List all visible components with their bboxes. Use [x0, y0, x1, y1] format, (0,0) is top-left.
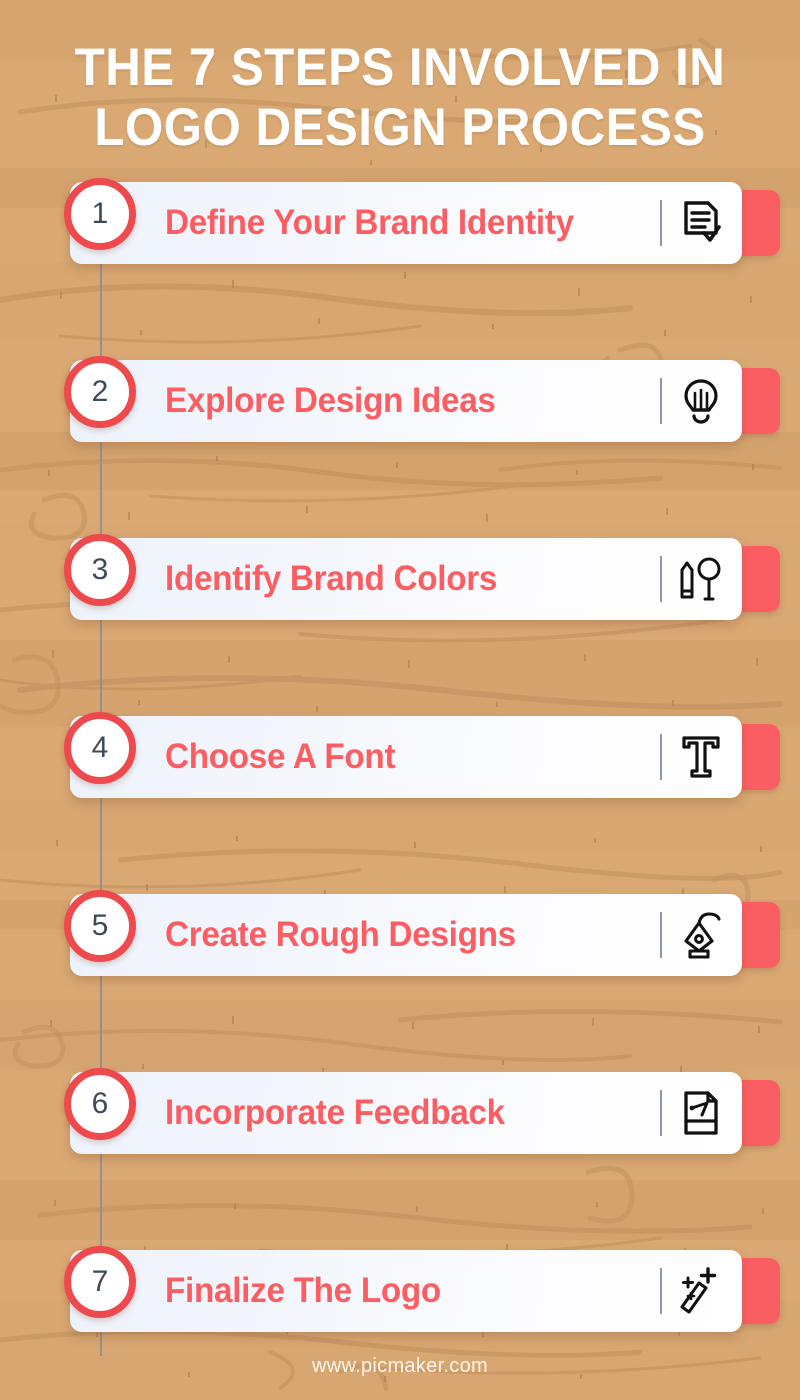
- card-divider: [660, 734, 662, 780]
- card-divider: [660, 556, 662, 602]
- step-number: 6: [91, 1087, 109, 1120]
- step-card[interactable]: Create Rough Designs: [70, 894, 742, 976]
- step-number-badge: 5: [64, 890, 136, 962]
- step-number: 5: [91, 909, 109, 942]
- step-item[interactable]: Create Rough Designs 5: [0, 890, 800, 1068]
- step-item[interactable]: Incorporate Feedback 6: [0, 1068, 800, 1246]
- step-card-area: Define Your Brand Identity: [70, 182, 780, 264]
- document-arrow-icon: [676, 1086, 726, 1140]
- step-card-area: Incorporate Feedback: [70, 1072, 780, 1154]
- step-card-area: Identify Brand Colors: [70, 538, 780, 620]
- card-divider: [660, 1268, 662, 1314]
- title-line-2: LOGO DESIGN PROCESS: [94, 98, 706, 157]
- step-number-badge: 1: [64, 178, 136, 250]
- step-card[interactable]: Identify Brand Colors: [70, 538, 742, 620]
- step-label: Identify Brand Colors: [165, 559, 498, 598]
- step-item[interactable]: Define Your Brand Identity 1: [0, 178, 800, 356]
- step-label: Finalize The Logo: [165, 1271, 441, 1310]
- step-item[interactable]: Explore Design Ideas 2: [0, 356, 800, 534]
- step-number-badge: 6: [64, 1068, 136, 1140]
- pen-nib-icon: [676, 908, 726, 962]
- step-card[interactable]: Choose A Font: [70, 716, 742, 798]
- footer-url[interactable]: www.picmaker.com: [0, 1355, 800, 1378]
- magic-wand-icon: [676, 1264, 726, 1318]
- step-card[interactable]: Define Your Brand Identity: [70, 182, 742, 264]
- step-number: 7: [91, 1265, 109, 1298]
- step-number: 4: [91, 731, 109, 764]
- card-divider: [660, 912, 662, 958]
- step-number: 1: [91, 197, 109, 230]
- step-item[interactable]: Choose A Font 4: [0, 712, 800, 890]
- step-card-area: Create Rough Designs: [70, 894, 780, 976]
- step-label: Explore Design Ideas: [165, 381, 496, 420]
- step-label: Choose A Font: [165, 737, 396, 776]
- step-number-badge: 3: [64, 534, 136, 606]
- steps-list: Define Your Brand Identity 1 Explore Des…: [0, 178, 800, 1400]
- step-card-area: Choose A Font: [70, 716, 780, 798]
- pencil-magnifier-icon: [676, 552, 726, 606]
- card-divider: [660, 200, 662, 246]
- step-number-badge: 4: [64, 712, 136, 784]
- page-title: THE 7 STEPS INVOLVED IN LOGO DESIGN PROC…: [0, 38, 800, 158]
- typography-t-icon: [676, 730, 726, 784]
- card-divider: [660, 378, 662, 424]
- document-check-icon: [676, 196, 726, 250]
- step-card-area: Explore Design Ideas: [70, 360, 780, 442]
- step-number-badge: 2: [64, 356, 136, 428]
- step-card[interactable]: Incorporate Feedback: [70, 1072, 742, 1154]
- infographic-poster: THE 7 STEPS INVOLVED IN LOGO DESIGN PROC…: [0, 0, 800, 1400]
- step-item[interactable]: Identify Brand Colors 3: [0, 534, 800, 712]
- step-number-badge: 7: [64, 1246, 136, 1318]
- step-label: Incorporate Feedback: [165, 1093, 505, 1132]
- step-card-area: Finalize The Logo: [70, 1250, 780, 1332]
- card-divider: [660, 1090, 662, 1136]
- lightbulb-icon: [676, 374, 726, 428]
- step-label: Define Your Brand Identity: [165, 203, 574, 242]
- title-line-1: THE 7 STEPS INVOLVED IN: [74, 38, 726, 97]
- step-card[interactable]: Explore Design Ideas: [70, 360, 742, 442]
- step-number: 3: [91, 553, 109, 586]
- step-card[interactable]: Finalize The Logo: [70, 1250, 742, 1332]
- step-label: Create Rough Designs: [165, 915, 516, 954]
- step-number: 2: [91, 375, 109, 408]
